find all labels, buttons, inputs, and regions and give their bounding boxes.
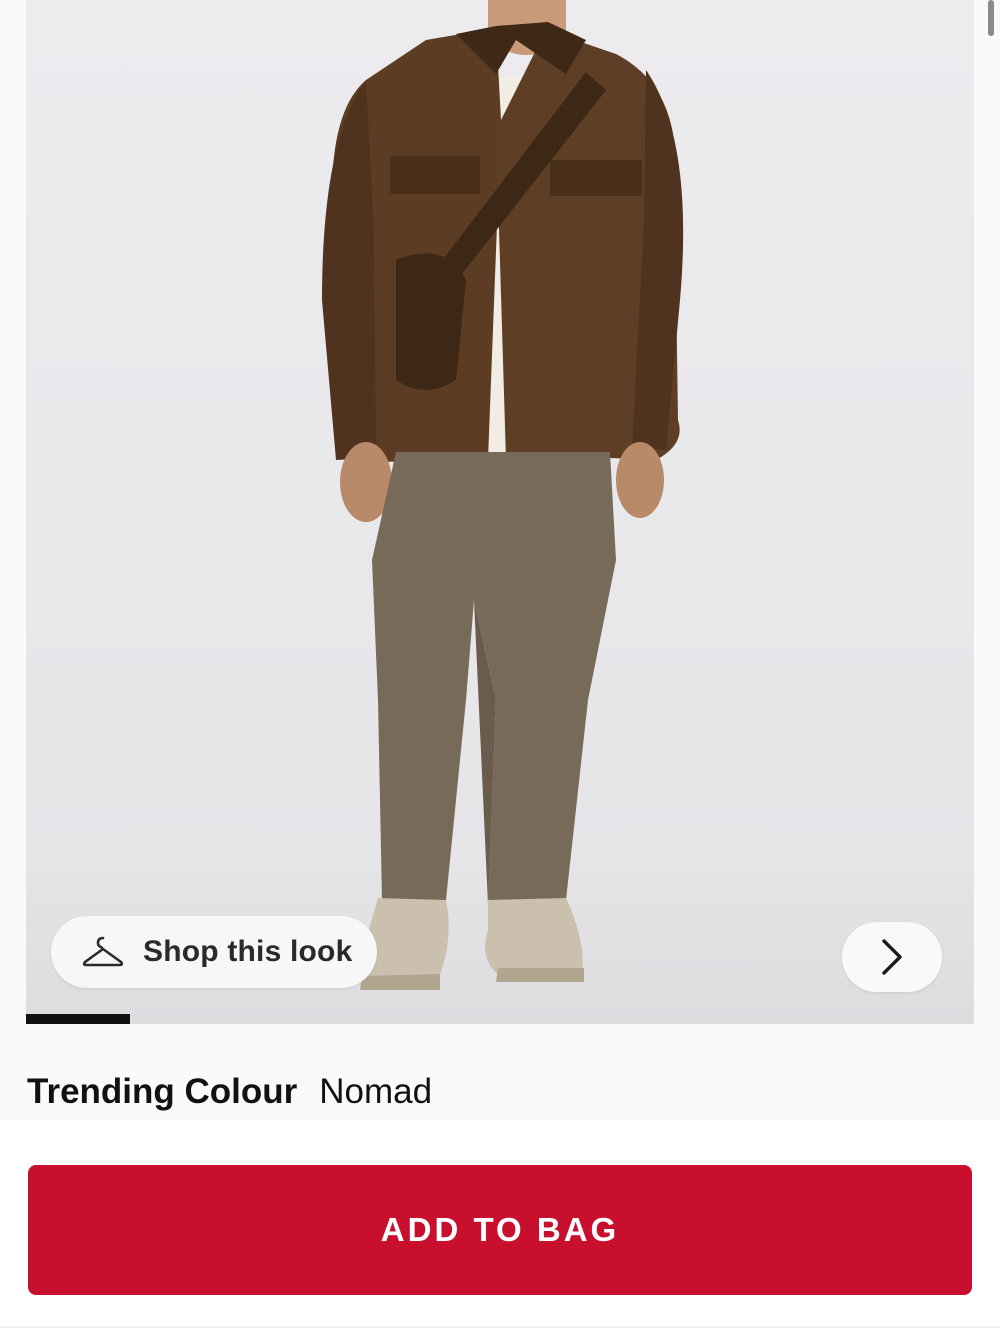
colour-value: Nomad xyxy=(319,1072,433,1111)
image-progress-indicator xyxy=(26,1014,130,1024)
model-figure xyxy=(322,0,684,990)
scrollbar[interactable] xyxy=(988,0,994,36)
shop-this-look-button[interactable]: Shop this look xyxy=(51,916,377,988)
next-image-button[interactable] xyxy=(842,922,942,992)
hanger-icon xyxy=(81,934,125,970)
colour-title: Trending Colour xyxy=(27,1072,298,1111)
product-image[interactable] xyxy=(26,0,974,1024)
add-to-bag-button[interactable]: ADD TO BAG xyxy=(28,1165,972,1295)
colour-row: Trending Colour Nomad xyxy=(27,1072,432,1112)
divider xyxy=(0,1326,1000,1328)
chevron-right-icon xyxy=(882,939,902,975)
shop-this-look-label: Shop this look xyxy=(143,935,353,968)
